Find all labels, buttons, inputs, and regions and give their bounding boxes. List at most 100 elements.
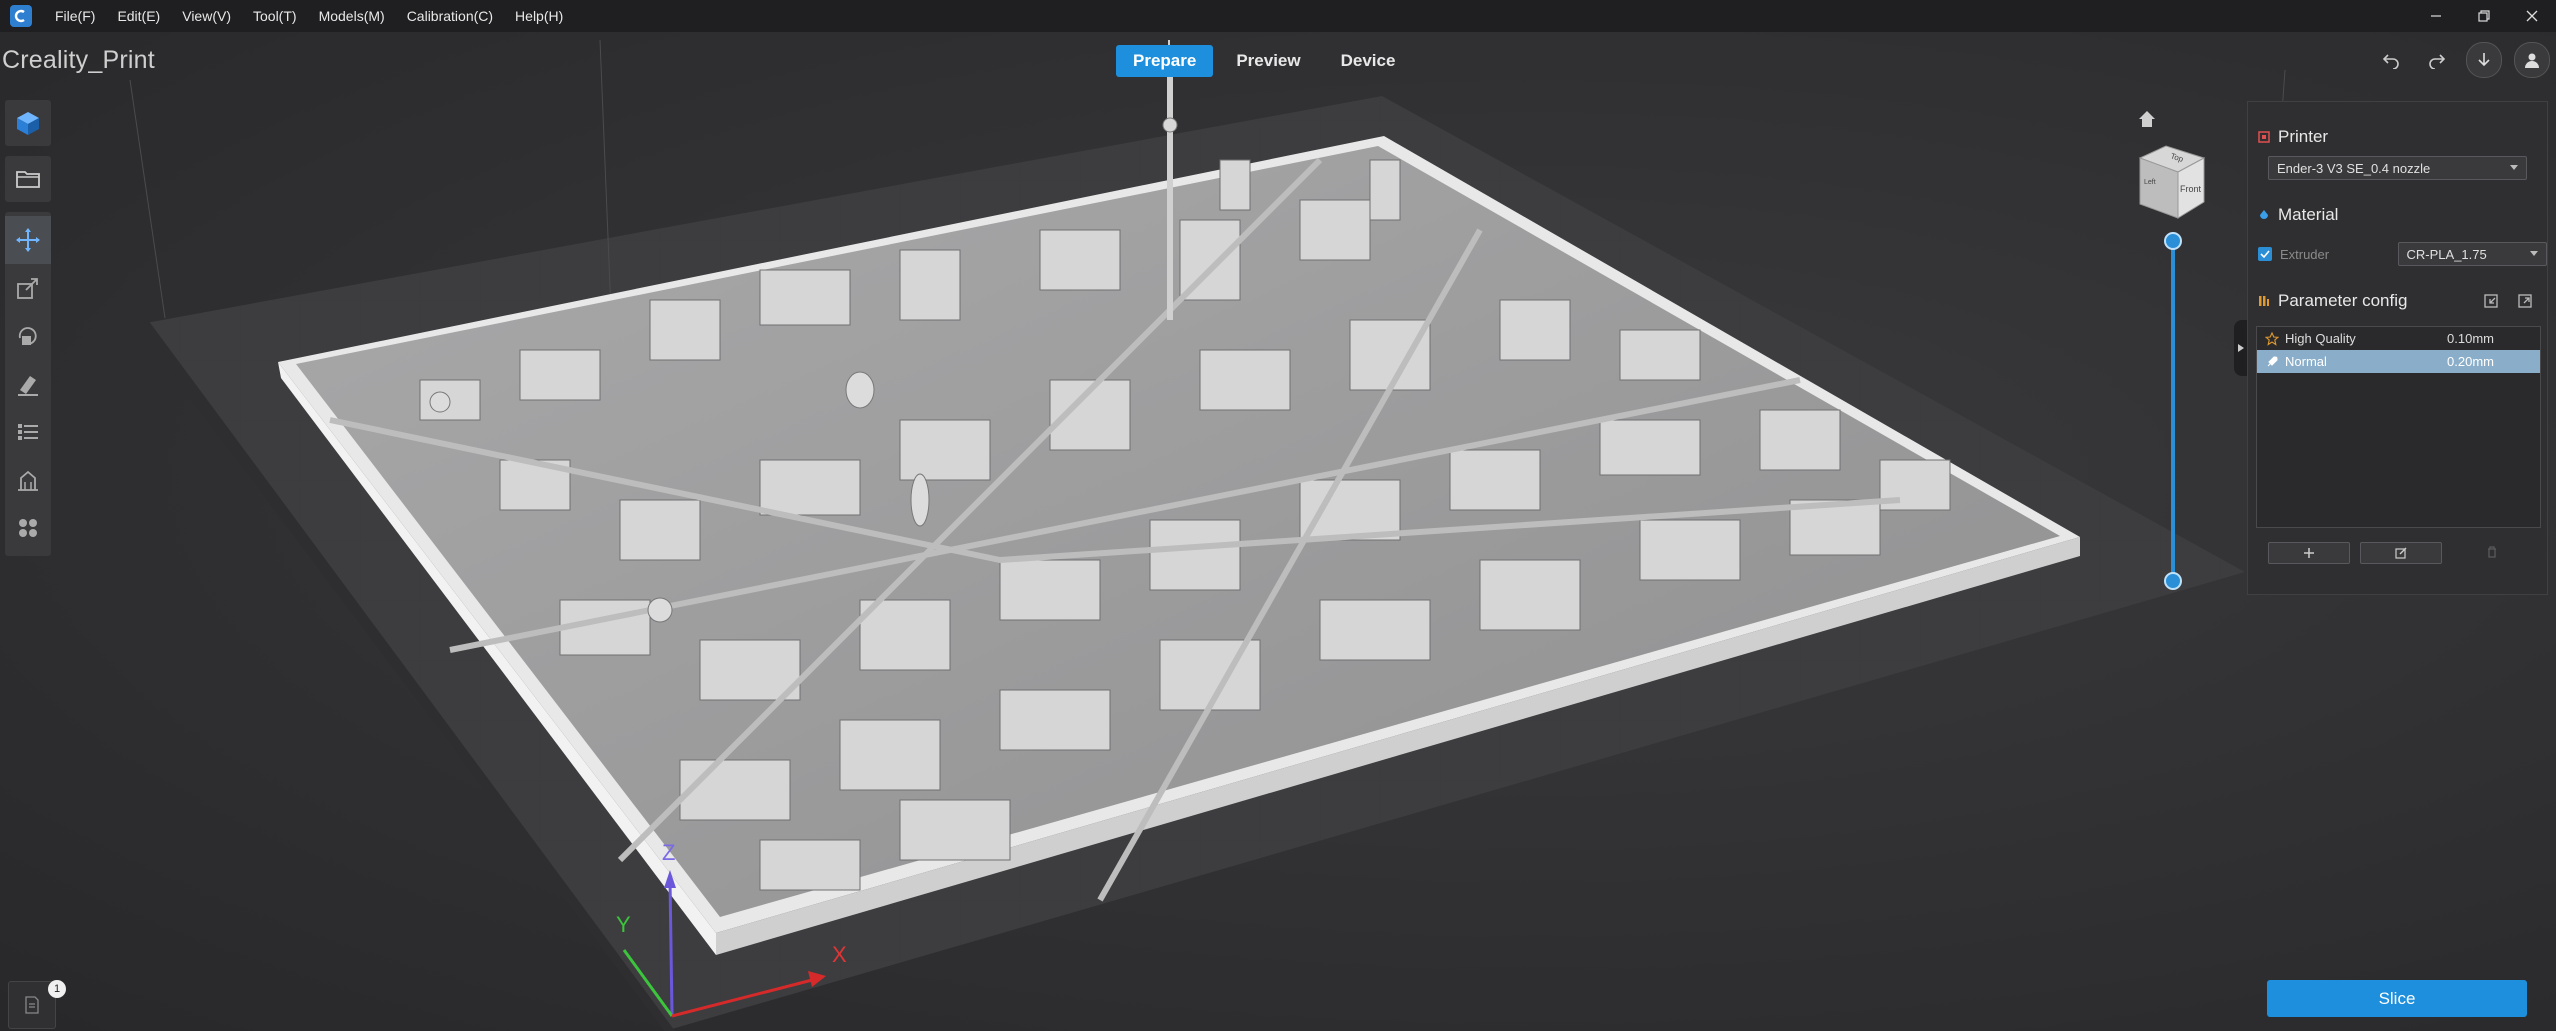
cube-icon	[17, 112, 39, 135]
printer-title: Printer	[2278, 127, 2329, 146]
quality-list: High Quality 0.10mm Normal 0.20mm	[2256, 326, 2541, 528]
move-icon	[16, 228, 40, 252]
menu-calibration[interactable]: Calibration(C)	[396, 8, 504, 24]
redo-button[interactable]	[2420, 43, 2454, 77]
tab-device[interactable]: Device	[1324, 45, 1413, 77]
delete-profile-button[interactable]	[2452, 542, 2532, 562]
download-button[interactable]	[2466, 42, 2502, 78]
layer-slider-top-handle[interactable]	[2164, 232, 2182, 250]
layer-slider[interactable]	[2160, 232, 2186, 590]
quality-row-normal[interactable]: Normal 0.20mm	[2257, 350, 2540, 373]
param-icons	[2483, 293, 2533, 309]
user-icon	[2525, 53, 2539, 68]
material-select[interactable]: CR-PLA_1.75	[2397, 242, 2547, 266]
arrange-tool[interactable]	[5, 504, 51, 552]
app-logo-icon	[10, 5, 32, 27]
import-icon[interactable]	[2483, 293, 2499, 309]
extruder-label: Extruder	[2279, 246, 2330, 262]
check-icon	[2260, 250, 2270, 259]
list-icon	[18, 424, 38, 440]
scale-tool[interactable]	[5, 264, 51, 312]
restore-button[interactable]	[2460, 0, 2508, 32]
rotate-tool[interactable]	[5, 312, 51, 360]
notes-icon	[25, 996, 39, 1014]
tool-group	[5, 212, 51, 556]
paint-icon	[18, 376, 38, 396]
menu-edit[interactable]: Edit(E)	[106, 8, 171, 24]
slice-button[interactable]: Slice	[2267, 980, 2527, 1017]
minimize-icon	[2431, 15, 2441, 17]
add-model-button[interactable]	[5, 100, 51, 146]
quality-value: 0.20mm	[2447, 354, 2494, 369]
quality-value: 0.10mm	[2447, 331, 2494, 346]
chevron-down-icon	[2530, 251, 2538, 256]
view-cube-left: Left	[2144, 179, 2156, 186]
support-icon	[18, 470, 38, 491]
open-file-button[interactable]	[5, 156, 51, 202]
undo-button[interactable]	[2374, 43, 2408, 77]
material-value: CR-PLA_1.75	[2406, 246, 2487, 262]
chevron-right-icon	[2238, 344, 2244, 352]
printer-select[interactable]: Ender-3 V3 SE_0.4 nozzle	[2268, 156, 2527, 180]
undo-icon	[2382, 54, 2399, 69]
quality-row-high[interactable]: High Quality 0.10mm	[2257, 327, 2540, 350]
paint-tool[interactable]	[5, 360, 51, 408]
printer-icon	[2258, 131, 2270, 143]
close-icon	[2526, 10, 2538, 22]
printer-section-title: Printer	[2248, 122, 2547, 152]
chevron-down-icon	[2510, 165, 2518, 170]
rotate-icon	[18, 327, 37, 345]
menu-view[interactable]: View(V)	[171, 8, 242, 24]
panel-collapse-button[interactable]	[2234, 320, 2248, 376]
layer-slider-bottom-handle[interactable]	[2164, 572, 2182, 590]
edit-icon	[2395, 547, 2407, 559]
top-actions	[2374, 42, 2550, 78]
app-title: Creality_Print	[2, 46, 155, 74]
scale-icon	[17, 278, 38, 299]
view-cube[interactable]: Top Front Left	[2136, 142, 2210, 222]
left-toolbar	[5, 100, 55, 556]
param-section-title: Parameter config	[2248, 286, 2547, 316]
restore-icon	[2478, 10, 2490, 22]
home-icon[interactable]	[2136, 108, 2158, 130]
material-icon	[2260, 210, 2268, 219]
mode-tabs: Prepare Preview Device	[1116, 45, 1412, 77]
param-title: Parameter config	[2278, 291, 2408, 310]
export-icon[interactable]	[2517, 293, 2533, 309]
folder-icon	[16, 171, 40, 188]
extruder-row: Extruder CR-PLA_1.75	[2258, 242, 2547, 266]
object-list-tool[interactable]	[5, 408, 51, 456]
printer-value: Ender-3 V3 SE_0.4 nozzle	[2277, 160, 2431, 176]
add-profile-button[interactable]	[2268, 542, 2350, 564]
extruder-checkbox[interactable]	[2258, 247, 2272, 261]
menu-file[interactable]: File(F)	[44, 8, 106, 24]
tab-preview[interactable]: Preview	[1219, 45, 1317, 77]
axis-y-label: Y	[616, 912, 631, 937]
user-button[interactable]	[2514, 42, 2550, 78]
star-icon	[2265, 331, 2279, 346]
move-tool[interactable]	[5, 216, 51, 264]
plus-icon	[2304, 548, 2314, 558]
rocket-icon	[2267, 355, 2278, 366]
delete-icon	[2488, 546, 2496, 558]
axis-z-label: Z	[662, 840, 676, 865]
quality-name: High Quality	[2285, 331, 2356, 346]
menu-models[interactable]: Models(M)	[308, 8, 396, 24]
redo-icon	[2429, 54, 2446, 69]
settings-panel: Printer Ender-3 V3 SE_0.4 nozzle Materia…	[2247, 101, 2548, 595]
minimize-button[interactable]	[2412, 0, 2460, 32]
axis-x-label: X	[832, 942, 847, 967]
quality-name: Normal	[2285, 354, 2327, 369]
view-cube-front: Front	[2180, 184, 2202, 194]
menu-help[interactable]: Help(H)	[504, 8, 574, 24]
tab-prepare[interactable]: Prepare	[1116, 45, 1214, 77]
param-icon	[2259, 296, 2269, 306]
edit-profile-button[interactable]	[2360, 542, 2442, 564]
layer-slider-track	[2171, 240, 2175, 580]
material-title: Material	[2278, 205, 2339, 224]
notes-count-badge: 1	[48, 980, 66, 998]
support-tool[interactable]	[5, 456, 51, 504]
menu-tool[interactable]: Tool(T)	[242, 8, 308, 24]
close-button[interactable]	[2508, 0, 2556, 32]
title-bar: File(F) Edit(E) View(V) Tool(T) Models(M…	[0, 0, 2556, 32]
